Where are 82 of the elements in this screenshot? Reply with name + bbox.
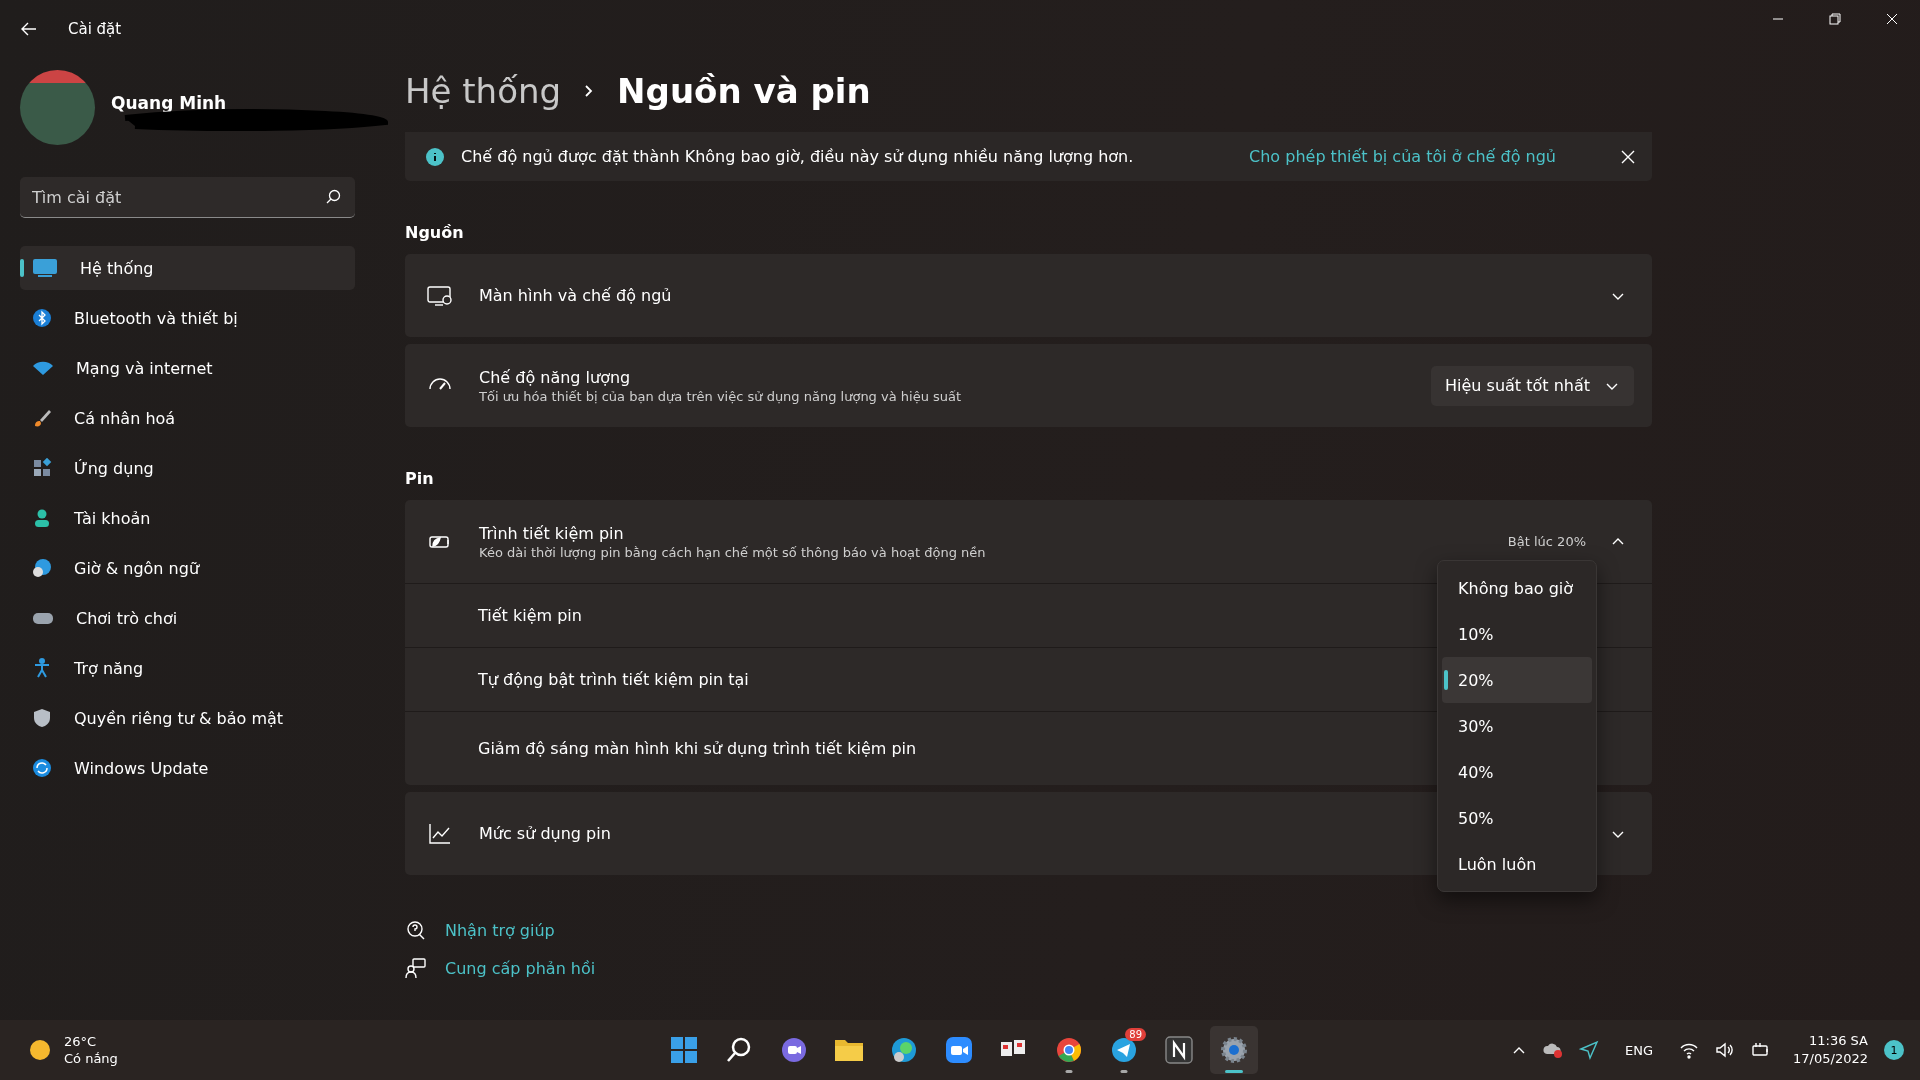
menu-option[interactable]: 10% xyxy=(1442,611,1592,657)
clock-date[interactable]: 17/05/2022 xyxy=(1793,1050,1868,1068)
dropdown-select[interactable]: Hiệu suất tốt nhất xyxy=(1431,365,1634,406)
accessibility-icon xyxy=(32,658,52,678)
weather-temperature: 26°C xyxy=(64,1033,98,1050)
close-icon xyxy=(1885,13,1898,25)
sidebar-item[interactable]: Cá nhân hoá xyxy=(20,396,355,440)
settings-card[interactable]: Chế độ năng lượng Tối ưu hóa thiết bị của bạn dựa trên việc sử dụng năng lượng và hiệu suất Hiệu suất tốt nhất xyxy=(405,344,1652,427)
card-description: Tối ưu hóa thiết bị của bạn dựa trên việc sử dụng năng lượng và hiệu suất xyxy=(479,388,962,404)
line-chart-icon xyxy=(427,821,453,846)
swirl-logo-icon xyxy=(890,1036,918,1064)
sidebar-item[interactable]: Trợ năng xyxy=(20,646,355,690)
globe-clock-icon xyxy=(32,558,52,578)
banner-message: Chế độ ngủ được đặt thành Không bao giờ, điều này sử dụng nhiều năng lượng hơn. xyxy=(461,147,1134,166)
sun-icon xyxy=(28,1038,52,1062)
status-text: Bật lúc 20% xyxy=(1507,534,1586,549)
user-name: Quang Minh xyxy=(111,92,227,113)
banner-link[interactable]: Cho phép thiết bị của tôi ở chế độ ngủ xyxy=(1249,147,1556,166)
notification-badge: 89 xyxy=(1125,1028,1146,1041)
gear-icon xyxy=(1220,1036,1248,1064)
search-icon xyxy=(725,1036,753,1064)
close-icon[interactable] xyxy=(1620,148,1636,165)
sidebar-item[interactable]: Chơi trò chơi xyxy=(20,596,355,640)
person-icon xyxy=(32,508,52,528)
menu-option[interactable]: Không bao giờ xyxy=(1442,565,1592,611)
sidebar-item[interactable]: Bluetooth và thiết bị xyxy=(20,296,355,340)
chat-bubble-icon xyxy=(780,1036,808,1064)
paper-plane-icon xyxy=(1110,1036,1138,1064)
card-description: Kéo dài thời lượng pin bằng cách hạn chế một số thông báo và hoạt động nền xyxy=(479,544,986,560)
card-title: Chế độ năng lượng xyxy=(479,367,632,387)
card-title: Màn hình và chế độ ngủ xyxy=(479,286,672,305)
sidebar-item[interactable]: Windows Update xyxy=(20,746,355,790)
settings-card[interactable]: Màn hình và chế độ ngủ xyxy=(405,254,1652,337)
help-link[interactable]: Cung cấp phản hồi xyxy=(445,958,596,978)
back-arrow-icon[interactable] xyxy=(20,20,38,38)
notification-badge[interactable]: 1 xyxy=(1884,1040,1904,1060)
breadcrumb-link[interactable]: Hệ thống xyxy=(405,71,562,111)
chrome-logo-icon xyxy=(1055,1036,1083,1064)
info-icon xyxy=(425,146,445,167)
running-indicator xyxy=(1225,1070,1243,1073)
sidebar-item[interactable]: Tài khoản xyxy=(20,496,355,540)
clock-time[interactable]: 11:36 SA xyxy=(1809,1032,1868,1050)
help-chat-icon xyxy=(405,919,427,941)
menu-option[interactable]: 30% xyxy=(1442,703,1592,749)
apps-icon xyxy=(32,458,52,478)
section-heading: Pin xyxy=(405,469,435,488)
sidebar-item[interactable]: Giờ & ngôn ngữ xyxy=(20,546,355,590)
card-title: Mức sử dụng pin xyxy=(479,824,611,843)
window-title: Cài đặt xyxy=(68,20,122,38)
app-logo-icon xyxy=(1165,1036,1193,1064)
running-indicator xyxy=(1120,1070,1128,1073)
menu-option[interactable]: 20% xyxy=(1442,657,1592,703)
section-heading: Nguồn xyxy=(405,223,465,242)
restore-icon xyxy=(1828,13,1841,25)
folder-icon xyxy=(834,1037,864,1063)
monitor-icon xyxy=(32,257,58,279)
running-indicator xyxy=(1065,1070,1073,1073)
speaker-icon[interactable] xyxy=(1715,1040,1736,1060)
feedback-icon xyxy=(405,957,427,979)
monitor-moon-icon xyxy=(427,283,453,308)
help-link[interactable]: Nhận trợ giúp xyxy=(445,920,555,940)
video-camera-icon xyxy=(945,1036,973,1064)
sidebar-item[interactable]: Hệ thống xyxy=(20,246,355,290)
bluetooth-icon xyxy=(32,308,52,328)
location-arrow-icon[interactable] xyxy=(1579,1040,1600,1060)
taskbar-app[interactable]: 89 xyxy=(1100,1026,1148,1074)
language-indicator[interactable]: ENG xyxy=(1625,1042,1654,1058)
paintbrush-icon xyxy=(32,408,52,428)
sync-icon xyxy=(32,758,52,778)
card-title: Trình tiết kiệm pin xyxy=(479,523,625,543)
weather-condition: Có nắng xyxy=(64,1050,118,1067)
menu-option[interactable]: Luôn luôn xyxy=(1442,841,1592,887)
menu-option[interactable]: 40% xyxy=(1442,749,1592,795)
sidebar-item[interactable]: Mạng và internet xyxy=(20,346,355,390)
sidebar-item[interactable]: Ứng dụng xyxy=(20,446,355,490)
windows-logo-icon xyxy=(670,1036,698,1064)
sidebar-item[interactable]: Quyền riêng tư & bảo mật xyxy=(20,696,355,740)
shield-icon xyxy=(32,708,52,728)
search-icon xyxy=(325,189,341,205)
menu-option[interactable]: 50% xyxy=(1442,795,1592,841)
page-title: Nguồn và pin xyxy=(617,71,871,111)
search-field[interactable]: Tìm cài đặt xyxy=(20,177,355,218)
